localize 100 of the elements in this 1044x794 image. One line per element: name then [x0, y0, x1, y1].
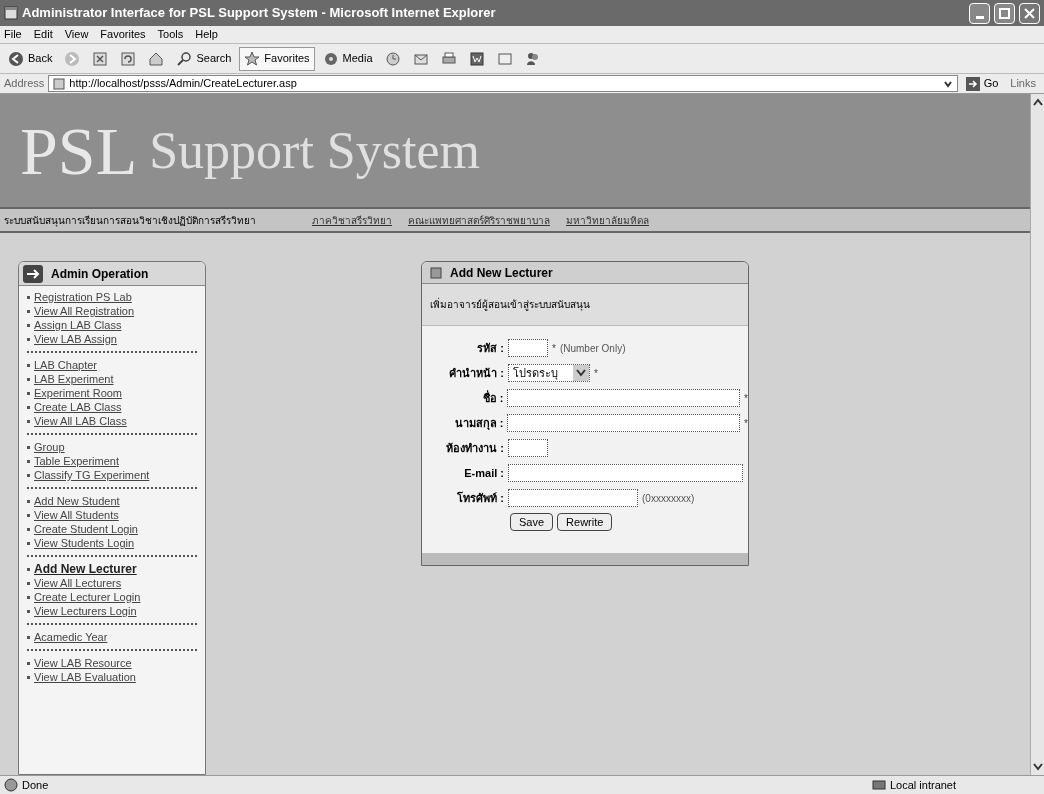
logo-text: PSL: [20, 116, 138, 185]
sidebar-link[interactable]: Classify TG Experiment: [34, 468, 150, 482]
sidebar-link[interactable]: View All Lecturers: [34, 576, 122, 590]
maximize-icon: [999, 7, 1010, 19]
refresh-icon: [120, 50, 137, 67]
menu-item[interactable]: Favorites: [100, 26, 146, 43]
sidebar-link[interactable]: View LAB Evaluation: [34, 670, 136, 684]
field-label: โทรศัพท์ :: [456, 490, 504, 506]
sidebar-link[interactable]: Registration PS Lab: [34, 290, 132, 304]
links-button[interactable]: Links: [1006, 75, 1040, 92]
menu-item[interactable]: File: [4, 26, 22, 43]
input-field[interactable]: [508, 339, 548, 357]
bullet-icon: [27, 581, 30, 585]
sidebar-link[interactable]: View Lecturers Login: [34, 604, 137, 618]
toolbar-button[interactable]: Back: [4, 46, 57, 71]
scrollbar[interactable]: [1030, 94, 1044, 775]
address-field[interactable]: http://localhost/psss/Admin/CreateLecturer.asp: [48, 75, 958, 92]
maximize-button[interactable]: [994, 2, 1015, 24]
bullet-icon: [27, 405, 30, 409]
browser-icon: [4, 6, 18, 20]
title-select[interactable]: โปรดระบุ: [508, 364, 590, 382]
menu-item[interactable]: Edit: [33, 26, 53, 43]
printer-icon: [440, 50, 457, 67]
field-label: E-mail :: [463, 465, 504, 481]
required-mark: *: [744, 416, 748, 431]
sidebar-link[interactable]: Add New Lecturer: [34, 562, 137, 576]
sidebar-link[interactable]: Acamedic Year: [34, 630, 108, 644]
scroll-up-icon[interactable]: [1032, 98, 1043, 106]
sidebar-link[interactable]: View Students Login: [34, 536, 135, 550]
bullet-icon: [27, 595, 30, 599]
bullet-icon: [27, 635, 30, 639]
bullet-icon: [27, 377, 30, 381]
document-icon: [430, 266, 442, 279]
menu-item[interactable]: Help: [195, 26, 218, 43]
window-title: Administrator Interface for PSL Support System - Microsoft Internet Explorer: [22, 4, 497, 23]
field-label: รหัส :: [476, 340, 504, 356]
required-mark: *: [552, 341, 556, 356]
home-icon: [148, 50, 165, 67]
input-field[interactable]: [508, 464, 743, 482]
close-button[interactable]: [1019, 2, 1040, 24]
field-label: นามสกุล :: [453, 415, 504, 432]
address-label: Address: [4, 76, 45, 92]
sidebar-title: Admin Operation: [51, 265, 149, 283]
nav-link[interactable]: คณะแพทยศาสตร์ศิริราชพยาบาล: [408, 212, 550, 228]
bullet-icon: [27, 295, 30, 299]
bullet-icon: [27, 459, 30, 463]
form-button[interactable]: Save: [510, 513, 554, 531]
toolbar-button[interactable]: Media: [318, 46, 377, 71]
toolbar-button[interactable]: Search: [172, 46, 236, 71]
status-text: Done: [22, 777, 50, 793]
bullet-icon: [27, 323, 30, 327]
sidebar-link[interactable]: LAB Experiment: [34, 372, 114, 386]
bullet-icon: [27, 527, 30, 531]
bullet-icon: [27, 499, 30, 503]
field-label: ห้องทำงาน :: [445, 440, 504, 456]
document-icon: [468, 50, 485, 67]
menu-item[interactable]: View: [64, 26, 89, 43]
sidebar-link[interactable]: LAB Chapter: [34, 358, 97, 372]
sidebar-link[interactable]: Create Student Login: [34, 522, 138, 536]
input-field[interactable]: [507, 389, 741, 407]
form-button[interactable]: Rewrite: [557, 513, 613, 531]
minimize-icon: [975, 15, 984, 19]
input-field[interactable]: [507, 414, 741, 432]
toolbar-button[interactable]: Favorites: [239, 46, 315, 71]
zone-text: Local intranet: [890, 777, 958, 793]
people-icon: [524, 50, 541, 67]
sidebar-link[interactable]: Create Lecturer Login: [34, 590, 141, 604]
field-label: ชื่อ :: [481, 389, 504, 406]
input-field[interactable]: [508, 439, 548, 457]
sidebar-link[interactable]: View LAB Assign: [34, 332, 117, 346]
minimize-button[interactable]: [969, 2, 990, 24]
site-subtitle: ระบบสนับสนุนการเรียนการสอนวิชาเชิงปฏิบัติการสรีรวิทยา: [4, 213, 256, 228]
bullet-icon: [27, 391, 30, 395]
bullet-icon: [27, 567, 30, 571]
sidebar-link[interactable]: Create LAB Class: [34, 400, 122, 414]
sidebar-link[interactable]: View LAB Resource: [34, 656, 132, 670]
required-mark: *: [744, 391, 748, 406]
input-field[interactable]: [508, 489, 638, 507]
bullet-icon: [27, 541, 30, 545]
field-label: คำนำหน้า :: [448, 365, 504, 381]
menu-item[interactable]: Tools: [157, 26, 184, 43]
required-mark: *: [594, 366, 598, 381]
sidebar-link[interactable]: Table Experiment: [34, 454, 119, 468]
media-icon: [322, 50, 339, 67]
sidebar-link[interactable]: View All Students: [34, 508, 119, 522]
sidebar-link[interactable]: Add New Student: [34, 494, 120, 508]
nav-link[interactable]: มหาวิทยาลัยมหิดล: [566, 212, 649, 228]
bullet-icon: [27, 609, 30, 613]
field-hint: (Number Only): [559, 341, 626, 356]
bullet-icon: [27, 309, 30, 313]
sidebar-link[interactable]: View All LAB Class: [34, 414, 127, 428]
sidebar-link[interactable]: Assign LAB Class: [34, 318, 122, 332]
sidebar-link[interactable]: Group: [34, 440, 65, 454]
scroll-down-icon[interactable]: [1032, 763, 1043, 771]
sidebar-link[interactable]: View All Registration: [34, 304, 135, 318]
nav-link[interactable]: ภาควิชาสรีรวิทยา: [312, 212, 392, 228]
sidebar-link[interactable]: Experiment Room: [34, 386, 123, 400]
stop-icon: [92, 50, 109, 67]
bullet-icon: [27, 363, 30, 367]
go-button[interactable]: Go: [961, 75, 1003, 92]
